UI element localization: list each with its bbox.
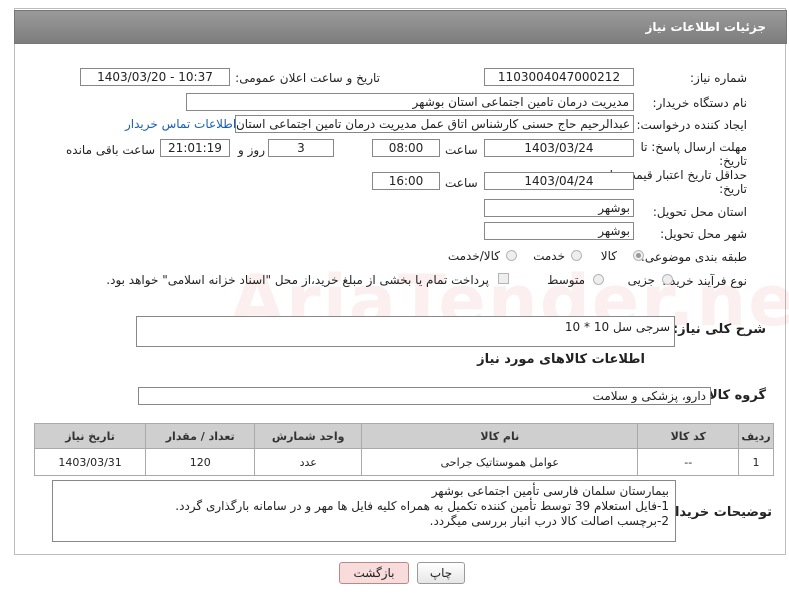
remaining-label: ساعت باقی مانده xyxy=(66,143,156,157)
cell-row: 1 xyxy=(738,448,774,476)
category-radio-both[interactable] xyxy=(506,250,517,261)
goods-group-label: گروه کالا: xyxy=(702,388,766,403)
days-label: روز و xyxy=(238,143,265,157)
table-header-row: ردیف کد کالا نام کالا واحد شمارش تعداد /… xyxy=(33,423,774,449)
goods-section-title: اطلاعات کالاهای مورد نیاز xyxy=(477,352,645,367)
creator-field: عبدالرحیم حاج حسنی کارشناس اتاق عمل مدیر… xyxy=(235,115,634,133)
province-field: بوشهر xyxy=(484,199,634,217)
summary-label: شرح کلی نیاز: xyxy=(672,322,766,337)
treasury-checkbox[interactable] xyxy=(498,273,509,284)
category-radio-goods[interactable] xyxy=(633,250,644,261)
creator-label: ایجاد کننده درخواست: xyxy=(636,118,747,132)
cell-date: 1403/03/31 xyxy=(33,448,147,476)
process-option-medium: متوسط xyxy=(547,273,585,287)
announce-label: تاریخ و ساعت اعلان عمومی: xyxy=(235,71,380,85)
summary-text: سرجی سل 10 * 10 xyxy=(564,320,670,334)
col-code: کد کالا xyxy=(637,423,740,449)
page-header: جزئیات اطلاعات نیاز xyxy=(14,10,787,44)
col-date: تاریخ نیاز xyxy=(33,423,147,449)
deadline-label-date: تاریخ: xyxy=(719,154,747,168)
category-option-service: خدمت xyxy=(533,249,565,263)
city-field: بوشهر xyxy=(484,222,634,240)
validity-time-field: 16:00 xyxy=(372,172,440,190)
validity-label-date: تاریخ: xyxy=(719,182,747,196)
cell-qty: 120 xyxy=(145,448,256,476)
deadline-date-field: 1403/03/24 xyxy=(484,139,634,157)
col-qty: تعداد / مقدار xyxy=(145,423,256,449)
col-name: نام کالا xyxy=(361,423,639,449)
city-label: شهر محل تحویل: xyxy=(660,227,747,241)
validity-time-label: ساعت xyxy=(445,176,478,190)
category-option-goods: کالا xyxy=(600,249,617,263)
need-number-field: 1103004047000212 xyxy=(484,68,634,86)
cell-unit: عدد xyxy=(254,448,363,476)
need-number-label: شماره نیاز: xyxy=(690,71,747,85)
buyer-org-label: نام دستگاه خریدار: xyxy=(652,96,748,110)
print-button[interactable]: چاپ xyxy=(417,562,465,584)
contact-info-link[interactable]: اطلاعات تماس خریدار xyxy=(125,117,236,131)
cell-name: عوامل هموستاتیک جراحی xyxy=(361,448,639,476)
process-label: نوع فرآیند خرید : xyxy=(662,274,747,288)
validity-date-field: 1403/04/24 xyxy=(484,172,634,190)
buyer-note-line: 2-برچسب اصالت کالا درب انبار بررسی میگرد… xyxy=(429,514,669,528)
deadline-time-field: 08:00 xyxy=(372,139,440,157)
process-radio-minor[interactable] xyxy=(662,274,673,285)
province-label: استان محل تحویل: xyxy=(652,205,747,219)
buyer-note-line: بیمارستان سلمان فارسی تأمین اجتماعی بوشه… xyxy=(431,484,669,498)
deadline-time-label: ساعت xyxy=(445,143,478,157)
goods-group-field: دارو، پزشکی و سلامت xyxy=(138,387,711,405)
process-radio-medium[interactable] xyxy=(593,274,604,285)
buyer-notes-field: بیمارستان سلمان فارسی تأمین اجتماعی بوشه… xyxy=(52,480,676,542)
category-label: طبقه بندی موضوعی: xyxy=(640,250,747,264)
buyer-note-line: 1-فایل استعلام 39 توسط تأمین کننده تکمیل… xyxy=(175,499,669,513)
col-unit: واحد شمارش xyxy=(254,423,363,449)
cell-code: -- xyxy=(637,448,740,476)
announce-field: 1403/03/20 - 10:37 xyxy=(80,68,230,86)
remaining-time-field: 21:01:19 xyxy=(160,139,230,157)
deadline-label: مهلت ارسال پاسخ: تا xyxy=(640,140,747,154)
goods-table: ردیف کد کالا نام کالا واحد شمارش تعداد /… xyxy=(33,423,774,476)
buyer-org-field: مدیریت درمان تامین اجتماعی استان بوشهر xyxy=(186,93,634,111)
buyer-notes-label: توضیحات خریدار: xyxy=(662,505,772,520)
category-radio-service[interactable] xyxy=(571,250,582,261)
process-option-minor: جزیی xyxy=(627,273,655,287)
col-row: ردیف xyxy=(738,423,774,449)
days-field: 3 xyxy=(268,139,334,157)
category-option-both: کالا/خدمت xyxy=(447,249,500,263)
table-row: 1 -- عوامل هموستاتیک جراحی عدد 120 1403/… xyxy=(33,448,774,476)
summary-field: سرجی سل 10 * 10 xyxy=(136,316,675,347)
page-title: جزئیات اطلاعات نیاز xyxy=(645,20,766,34)
back-button[interactable]: بازگشت xyxy=(339,562,409,584)
process-note: پرداخت تمام یا بخشی از مبلغ خرید،از محل … xyxy=(106,273,489,287)
